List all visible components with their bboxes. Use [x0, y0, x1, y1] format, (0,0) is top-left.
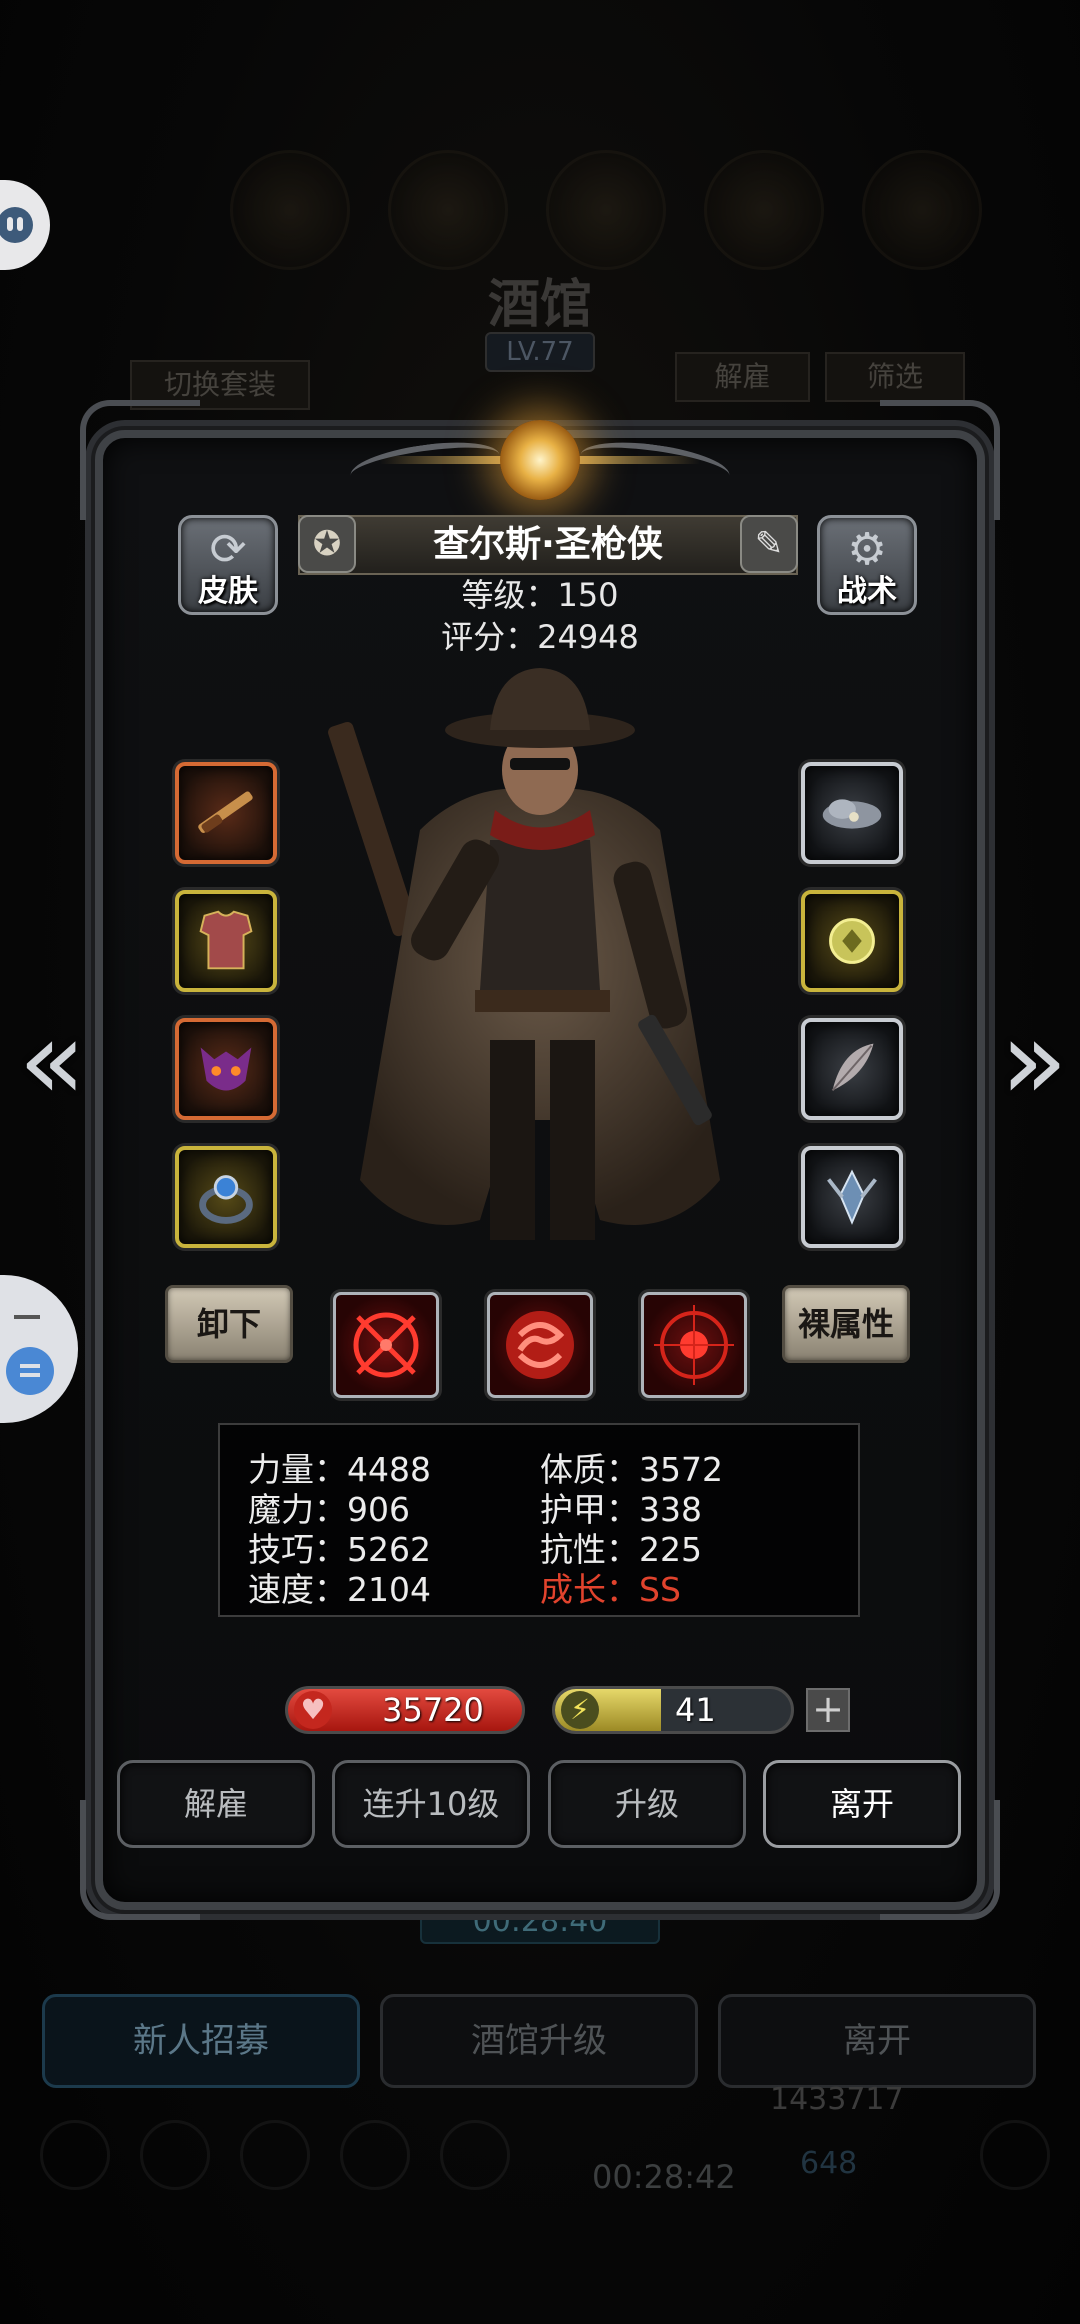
- background-gems: 648: [800, 2146, 858, 2181]
- hero-portrait: [328, 668, 720, 1240]
- attr-growth: 成长：SS: [540, 1570, 681, 1609]
- vortex-skill-icon: [506, 1311, 574, 1379]
- equipment-slot-armor[interactable]: [175, 890, 277, 992]
- previous-hero-arrow-icon[interactable]: «: [12, 1005, 92, 1115]
- hero-name: 查尔斯·圣枪侠: [433, 524, 663, 565]
- equipment-slot-weapon[interactable]: [175, 762, 277, 864]
- hero-score: 评分：24948: [441, 618, 639, 656]
- target-skill-icon: [654, 1305, 734, 1385]
- storm-cloud-icon: [813, 774, 891, 852]
- level-up-10-button[interactable]: 连升10级: [332, 1760, 530, 1848]
- menu-icon[interactable]: [6, 1347, 54, 1395]
- minimize-icon[interactable]: [14, 1315, 40, 1319]
- background-bottom-bar: [30, 2100, 1050, 2230]
- equipment-slot-ring[interactable]: [175, 1146, 277, 1248]
- skill-slot-1[interactable]: [333, 1292, 439, 1398]
- yellow-gem-icon: [813, 902, 891, 980]
- lightning-icon: ⚡: [561, 1691, 599, 1729]
- background-leave-button: 离开: [718, 1994, 1036, 2088]
- dismiss-button[interactable]: 解雇: [117, 1760, 315, 1848]
- crystal-emblem-icon: [813, 1158, 891, 1236]
- crosshair-skill-icon: [353, 1312, 419, 1378]
- equipment-slot-gem[interactable]: [801, 890, 903, 992]
- panel-corner-ornament: [80, 400, 200, 520]
- background-level: LV.77: [485, 332, 595, 372]
- energy-value: 41: [675, 1691, 716, 1729]
- equipment-slot-emblem[interactable]: [801, 1146, 903, 1248]
- panel-crest-ornament: [340, 400, 740, 510]
- sun-gem-icon: [500, 420, 580, 500]
- hp-bar: ♥ 35720: [285, 1686, 525, 1734]
- skill-slot-3[interactable]: [641, 1292, 747, 1398]
- hp-value: 35720: [382, 1691, 484, 1729]
- recruit-button: 新人招募: [42, 1994, 360, 2088]
- ring-icon: [187, 1158, 265, 1236]
- hero-name-bar: 查尔斯·圣枪侠: [298, 515, 798, 575]
- rifle-icon: [187, 774, 265, 852]
- armor-icon: [187, 902, 265, 980]
- naked-attributes-button[interactable]: 裸属性: [782, 1285, 910, 1363]
- equipment-slot-helm[interactable]: [175, 1018, 277, 1120]
- background-gold: 1433717: [770, 2082, 904, 2117]
- level-up-button[interactable]: 升级: [548, 1760, 746, 1848]
- skill-slot-2[interactable]: [487, 1292, 593, 1398]
- next-hero-arrow-icon[interactable]: »: [994, 1005, 1074, 1115]
- background-timer-bottom: 00:28:42: [592, 2158, 736, 2196]
- background-dismiss-tab: 解雇: [675, 352, 810, 402]
- edit-name-icon[interactable]: ✎: [740, 515, 798, 573]
- tavern-upgrade-button: 酒馆升级: [380, 1994, 698, 2088]
- background-feature-icons: [230, 150, 990, 270]
- unequip-button[interactable]: 卸下: [165, 1285, 293, 1363]
- background-filter-tab: 筛选: [825, 352, 965, 402]
- demon-mask-icon: [187, 1030, 265, 1108]
- feather-icon: [813, 1030, 891, 1108]
- energy-bar: ⚡ 41: [552, 1686, 794, 1734]
- heart-icon: ♥: [294, 1691, 332, 1729]
- hero-level: 等级：150: [461, 576, 619, 614]
- attr-speed: 速度：2104: [248, 1570, 431, 1609]
- equipment-slot-cloud[interactable]: [801, 762, 903, 864]
- background-title: 酒馆: [487, 274, 592, 335]
- panel-corner-ornament: [880, 400, 1000, 520]
- leave-button[interactable]: 离开: [763, 1760, 961, 1848]
- equipment-slot-feather[interactable]: [801, 1018, 903, 1120]
- medal-icon[interactable]: ✪: [298, 515, 356, 573]
- add-energy-button[interactable]: +: [806, 1688, 850, 1732]
